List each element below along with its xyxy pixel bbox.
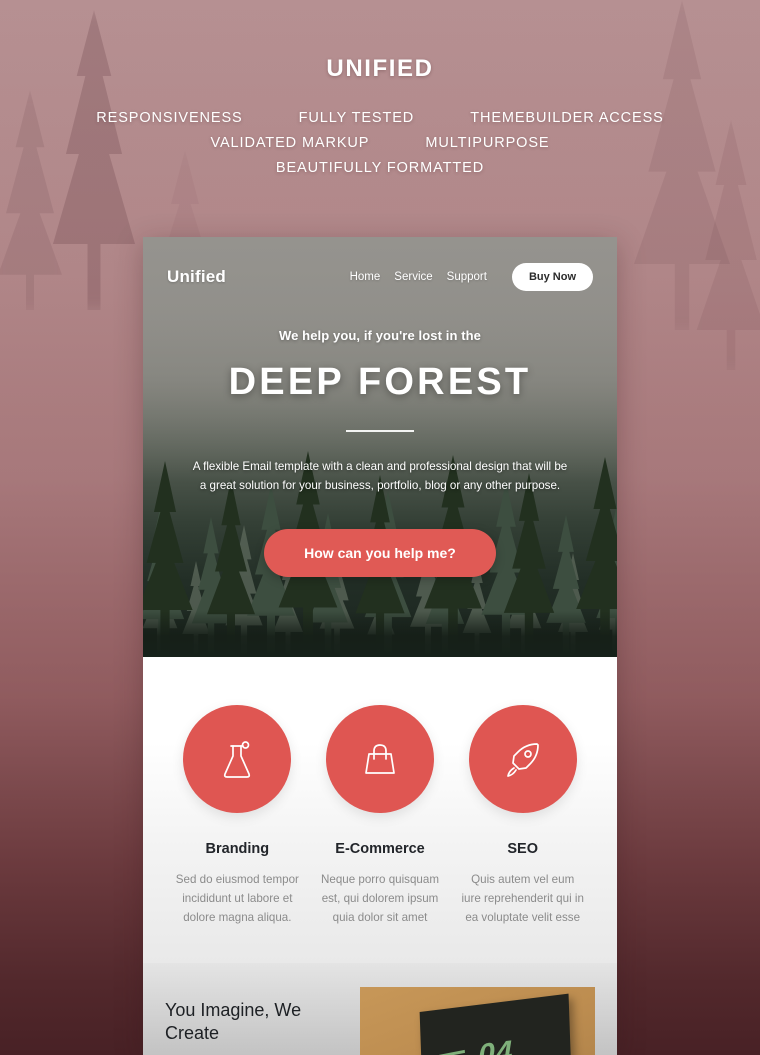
promo-tag: VALIDATED MARKUP <box>210 135 370 151</box>
service-card-branding: Branding Sed do eiusmod tempor incididun… <box>169 705 306 927</box>
email-navbar: Unified Home Service Support Buy Now <box>143 237 617 291</box>
hero-kicker: We help you, if you're lost in the <box>279 328 481 343</box>
promo-tag: FULLY TESTED <box>298 110 415 126</box>
hero-description: A flexible Email template with a clean a… <box>192 460 568 492</box>
service-title: Branding <box>205 841 270 857</box>
flask-icon <box>217 737 257 781</box>
imagine-section: You Imagine, We Create 04 <box>143 963 617 1055</box>
buy-now-button[interactable]: Buy Now <box>511 263 593 291</box>
nav-link-home[interactable]: Home <box>350 271 381 283</box>
hero-divider <box>346 430 414 432</box>
chalkboard-card: 04 <box>419 994 573 1055</box>
page-backdrop: UNIFIED RESPONSIVENESS FULLY TESTED THEM… <box>0 0 760 1055</box>
imagine-text-column: You Imagine, We Create <box>165 987 350 1045</box>
promo-feature-tags: RESPONSIVENESS FULLY TESTED THEMEBUILDER… <box>0 110 760 176</box>
hero-section: Unified Home Service Support Buy Now We … <box>143 237 617 657</box>
service-title: SEO <box>507 841 538 857</box>
chalk-dash <box>438 1050 465 1055</box>
email-template-preview: Unified Home Service Support Buy Now We … <box>143 237 617 1055</box>
service-icon-circle[interactable] <box>468 705 577 813</box>
service-card-seo: SEO Quis autem vel eum iure reprehenderi… <box>454 705 591 927</box>
imagine-title: You Imagine, We Create <box>165 1000 302 1044</box>
service-description: Quis autem vel eum iure reprehenderit qu… <box>461 873 584 924</box>
hero-content: We help you, if you're lost in the DEEP … <box>143 328 617 496</box>
promo-title: UNIFIED <box>326 55 434 82</box>
promo-tag: MULTIPURPOSE <box>425 135 550 151</box>
nav-link-service[interactable]: Service <box>394 271 432 283</box>
handbag-icon <box>359 738 401 780</box>
brand-logo[interactable]: Unified <box>167 267 226 287</box>
promo-tag-row: BEAUTIFULLY FORMATTED <box>0 160 760 176</box>
service-card-ecommerce: E-Commerce Neque porro quisquam est, qui… <box>312 705 449 927</box>
service-icon-circle[interactable] <box>326 705 434 813</box>
hero-cta-button[interactable]: How can you help me? <box>264 528 496 577</box>
service-description: Sed do eiusmod tempor incididunt ut labo… <box>175 873 299 924</box>
promo-tag: RESPONSIVENESS <box>96 110 243 126</box>
nav-links: Home Service Support Buy Now <box>350 263 593 291</box>
chalkboard-number: 04 <box>477 1035 514 1055</box>
hero-title: DEEP FOREST <box>228 361 532 403</box>
service-title: E-Commerce <box>335 841 425 857</box>
hero-cta-container: How can you help me? <box>143 528 617 577</box>
promo-tag: THEMEBUILDER ACCESS <box>470 110 664 126</box>
promo-tag-row: RESPONSIVENESS FULLY TESTED THEMEBUILDER… <box>0 110 760 126</box>
promo-header: UNIFIED RESPONSIVENESS FULLY TESTED THEM… <box>0 0 760 185</box>
promo-tag: BEAUTIFULLY FORMATTED <box>275 160 485 176</box>
imagine-image: 04 <box>359 987 595 1055</box>
service-description: Neque porro quisquam est, qui dolorem ip… <box>321 873 439 924</box>
services-section: Branding Sed do eiusmod tempor incididun… <box>143 657 617 964</box>
nav-link-support[interactable]: Support <box>447 271 487 283</box>
promo-tag-row: VALIDATED MARKUP MULTIPURPOSE <box>0 135 760 151</box>
service-icon-circle[interactable] <box>183 705 292 813</box>
rocket-icon <box>502 738 544 780</box>
